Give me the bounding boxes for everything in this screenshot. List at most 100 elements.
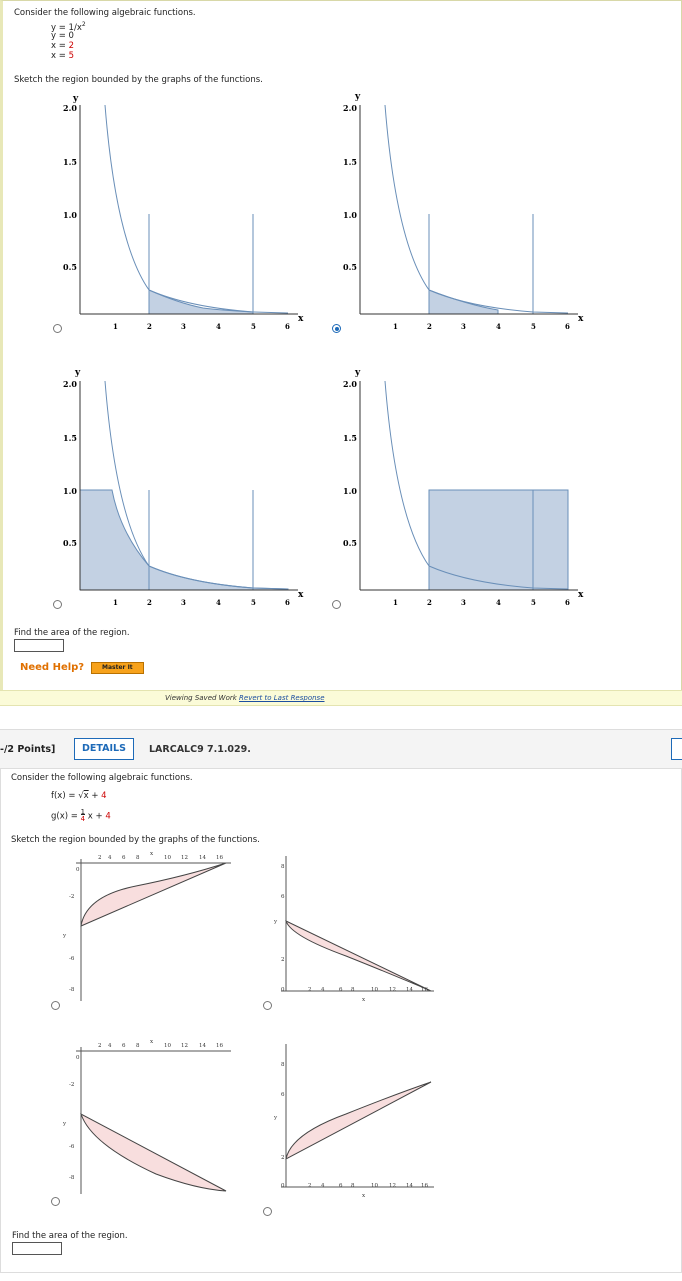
svg-text:1.0: 1.0 xyxy=(63,210,77,220)
svg-text:y: y xyxy=(354,368,361,378)
svg-text:5: 5 xyxy=(531,598,536,607)
svg-text:x: x xyxy=(150,851,154,857)
svg-text:-6: -6 xyxy=(69,956,75,962)
svg-text:8: 8 xyxy=(351,1183,355,1189)
svg-text:0: 0 xyxy=(76,1055,80,1061)
svg-text:12: 12 xyxy=(389,987,396,993)
svg-text:x: x xyxy=(578,590,584,600)
svg-text:y: y xyxy=(74,368,81,378)
q1-function-3: x = 2 xyxy=(51,41,74,51)
q2-option-radio-2[interactable] xyxy=(263,1001,272,1010)
svg-text:8: 8 xyxy=(351,987,355,993)
svg-text:1: 1 xyxy=(113,598,118,607)
svg-text:0: 0 xyxy=(281,987,285,993)
svg-text:2: 2 xyxy=(147,598,152,607)
q2-right-control[interactable] xyxy=(671,738,682,760)
q2-question-id: LARCALC9 7.1.029. xyxy=(149,744,251,755)
master-it-button[interactable]: Master It xyxy=(91,662,144,674)
svg-text:6: 6 xyxy=(281,1092,285,1098)
q1-intro: Consider the following algebraic functio… xyxy=(14,8,196,18)
svg-text:3: 3 xyxy=(461,322,466,331)
q1-graph-option-4: y x 2.0 1.5 1.0 0.5 1 2 3 4 5 6 xyxy=(343,368,584,607)
svg-text:2: 2 xyxy=(147,322,152,331)
svg-text:0.5: 0.5 xyxy=(63,538,77,548)
svg-text:6: 6 xyxy=(285,598,290,607)
svg-text:6: 6 xyxy=(122,1043,126,1049)
svg-text:3: 3 xyxy=(181,598,186,607)
details-button[interactable]: DETAILS xyxy=(74,738,134,760)
svg-text:14: 14 xyxy=(406,1183,413,1189)
svg-text:1: 1 xyxy=(393,322,398,331)
svg-text:x: x xyxy=(362,1193,366,1199)
svg-text:1.0: 1.0 xyxy=(63,486,77,496)
q1-area-prompt: Find the area of the region. xyxy=(14,628,130,638)
q1-area-answer-input[interactable] xyxy=(14,639,64,652)
q1-graph-option-3: y x 2.0 1.5 1.0 0.5 1 2 3 4 5 6 xyxy=(63,368,304,607)
svg-text:1.0: 1.0 xyxy=(343,486,357,496)
q2-graph-option-3: 24 6 8 10 12 14 16 x -2 -6 -8 y 0 xyxy=(62,1039,231,1194)
svg-text:2: 2 xyxy=(98,1043,102,1049)
svg-text:1: 1 xyxy=(393,598,398,607)
svg-text:4: 4 xyxy=(321,1183,325,1189)
svg-text:x: x xyxy=(298,590,304,600)
q1-function-4: x = 5 xyxy=(51,51,74,61)
q2-g-function: g(x) = 14 x + 4 xyxy=(51,808,111,823)
svg-text:10: 10 xyxy=(164,855,171,861)
saved-work-text: Viewing Saved Work Revert to Last Respon… xyxy=(165,694,325,702)
svg-text:-8: -8 xyxy=(69,987,75,993)
saved-work-label: Viewing Saved Work xyxy=(165,694,237,702)
svg-text:2: 2 xyxy=(427,598,432,607)
svg-text:4: 4 xyxy=(321,987,325,993)
svg-text:3: 3 xyxy=(181,322,186,331)
svg-text:y: y xyxy=(354,92,361,102)
question-2-header: -/2 Points] DETAILS LARCALC9 7.1.029. xyxy=(0,729,682,769)
svg-text:-2: -2 xyxy=(69,1082,74,1088)
svg-text:3: 3 xyxy=(461,598,466,607)
q1-graph1-x-label: x xyxy=(298,314,304,324)
svg-text:8: 8 xyxy=(281,864,285,870)
q2-option-radio-4[interactable] xyxy=(263,1207,272,1216)
svg-text:6: 6 xyxy=(565,598,570,607)
svg-text:2.0: 2.0 xyxy=(63,379,77,389)
svg-text:16: 16 xyxy=(216,1043,223,1049)
question-1-panel: Consider the following algebraic functio… xyxy=(0,0,682,693)
svg-text:4: 4 xyxy=(108,855,112,861)
q2-sketch-prompt: Sketch the region bounded by the graphs … xyxy=(11,835,260,845)
q1-sketch-prompt: Sketch the region bounded by the graphs … xyxy=(14,75,263,85)
need-help-label: Need Help? xyxy=(20,662,85,673)
svg-text:16: 16 xyxy=(216,855,223,861)
svg-text:16: 16 xyxy=(421,1183,428,1189)
q2-graph-option-4: 8 6 2 y 2 4 6 8 10 12 14 16 x 0 xyxy=(273,1044,434,1199)
q2-area-answer-input[interactable] xyxy=(12,1242,62,1255)
saved-work-bar: Viewing Saved Work Revert to Last Respon… xyxy=(0,690,682,706)
svg-text:y: y xyxy=(273,919,278,925)
svg-text:1.5: 1.5 xyxy=(63,157,77,167)
svg-text:6: 6 xyxy=(339,1183,343,1189)
svg-text:2: 2 xyxy=(281,957,285,963)
q1-graph-option-2: y x 2.0 1.5 1.0 0.5 1 2 3 4 5 6 xyxy=(343,92,584,331)
svg-text:16: 16 xyxy=(421,987,428,993)
svg-text:8: 8 xyxy=(281,1062,285,1068)
svg-text:1.5: 1.5 xyxy=(63,433,77,443)
q2-option-radio-3[interactable] xyxy=(51,1197,60,1206)
revert-link[interactable]: Revert to Last Response xyxy=(239,694,324,702)
q2-area-prompt: Find the area of the region. xyxy=(12,1231,128,1241)
q1-graph-option-1: y x 2.0 1.5 1.0 0.5 1 2 3 4 5 6 xyxy=(63,94,304,331)
svg-text:2.0: 2.0 xyxy=(63,103,77,113)
svg-text:5: 5 xyxy=(531,322,536,331)
svg-text:4: 4 xyxy=(496,598,501,607)
svg-text:y: y xyxy=(62,1121,67,1127)
svg-text:2.0: 2.0 xyxy=(343,379,357,389)
svg-text:0.5: 0.5 xyxy=(343,262,357,272)
q2-graph-option-1: 24 6 8 10 12 14 16 x -2 -6 -8 y 0 xyxy=(62,851,231,1001)
svg-text:6: 6 xyxy=(285,322,290,331)
svg-text:y: y xyxy=(62,933,67,939)
q2-option-radio-1[interactable] xyxy=(51,1001,60,1010)
svg-text:2: 2 xyxy=(308,987,312,993)
svg-text:6: 6 xyxy=(122,855,126,861)
svg-text:4: 4 xyxy=(496,322,501,331)
svg-text:10: 10 xyxy=(371,1183,378,1189)
svg-text:x: x xyxy=(150,1039,154,1045)
svg-text:6: 6 xyxy=(565,322,570,331)
svg-text:14: 14 xyxy=(199,1043,206,1049)
